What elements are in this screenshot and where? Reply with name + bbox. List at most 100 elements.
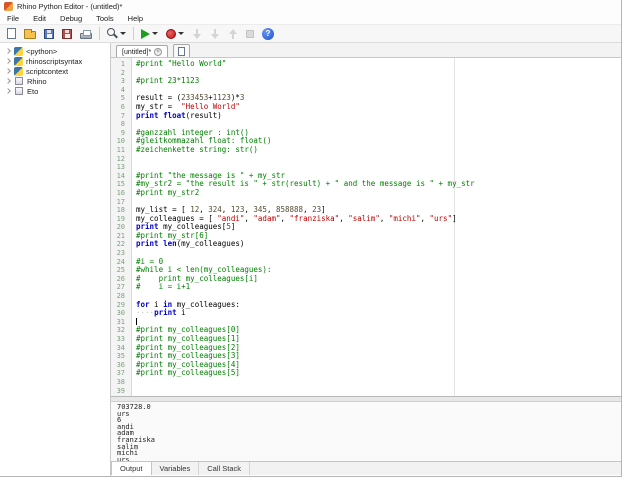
- menu-tools[interactable]: Tools: [89, 13, 121, 24]
- fold-margin: [128, 163, 136, 172]
- line-number: 20: [116, 223, 125, 232]
- new-tab-button[interactable]: [173, 44, 191, 57]
- module-tree: <python> rhinoscriptsyntax scriptcontext Rh…: [0, 43, 111, 476]
- menu-file[interactable]: File: [0, 13, 26, 24]
- fold-margin: [128, 249, 136, 258]
- save-button[interactable]: [41, 27, 57, 41]
- code-line: 11 #zeichenkette string: str(): [111, 144, 621, 155]
- chevron-right-icon[interactable]: [5, 48, 11, 54]
- new-file-icon: [178, 47, 186, 56]
- chevron-right-icon[interactable]: [5, 78, 11, 84]
- close-tab-icon[interactable]: [154, 48, 163, 56]
- fold-margin: [128, 258, 136, 267]
- code-line: 12: [111, 155, 621, 164]
- search-icon: [107, 28, 115, 36]
- line-number: 6: [120, 102, 125, 111]
- line-number: 27: [116, 283, 125, 292]
- sidebar-item-python[interactable]: <python>: [0, 46, 110, 56]
- help-button[interactable]: [259, 26, 277, 42]
- line-number: 23: [116, 249, 125, 258]
- line-number: 38: [116, 377, 125, 386]
- line-number: 17: [116, 197, 125, 206]
- menu-debug[interactable]: Debug: [53, 13, 89, 24]
- code-text: #zeichenkette string: str(): [136, 144, 258, 154]
- fold-margin: [128, 146, 136, 155]
- fold-margin: [128, 86, 136, 95]
- line-number: 29: [116, 300, 125, 309]
- code-line: 16 #print my_str2: [111, 188, 621, 198]
- fold-margin: [128, 301, 136, 310]
- chevron-right-icon[interactable]: [5, 88, 11, 94]
- sidebar-item-rhino[interactable]: Rhino: [0, 76, 110, 86]
- namespace-icon: [15, 87, 23, 95]
- fold-margin: [128, 292, 136, 301]
- dropdown-arrow-icon[interactable]: [120, 32, 126, 35]
- fold-margin: [128, 129, 136, 138]
- fold-margin: [128, 77, 136, 86]
- line-number: 7: [120, 111, 125, 120]
- line-number: 24: [116, 257, 125, 266]
- fold-margin: [128, 361, 136, 370]
- dropdown-arrow-icon[interactable]: [178, 32, 184, 35]
- chevron-right-icon[interactable]: [5, 58, 11, 64]
- line-number: 33: [116, 335, 125, 343]
- line-number: 9: [120, 128, 125, 137]
- fold-margin: [128, 387, 136, 396]
- sidebar-item-rhinoscriptsyntax[interactable]: rhinoscriptsyntax: [0, 56, 110, 66]
- code-line: 30 ····print i: [111, 308, 621, 318]
- panel-tab-call-stack[interactable]: Call Stack: [199, 462, 250, 475]
- debug-button[interactable]: [163, 27, 187, 41]
- line-number: 25: [116, 266, 125, 275]
- panel-tab-output[interactable]: Output: [111, 462, 152, 475]
- line-number: 10: [116, 137, 125, 146]
- line-number: 32: [116, 326, 125, 335]
- menu-help[interactable]: Help: [121, 13, 150, 24]
- fold-margin: [128, 283, 136, 292]
- code-line: 3 #print 23*1123: [111, 76, 621, 86]
- sidebar-item-scriptcontext[interactable]: scriptcontext: [0, 66, 110, 76]
- fold-margin: [128, 335, 136, 344]
- step-into-button: [189, 26, 205, 42]
- save-icon: [44, 28, 54, 39]
- new-file-button[interactable]: [4, 26, 19, 41]
- code-editor[interactable]: 1 #print "Hello World" 2 3 #print 23*1123 4 5 r…: [111, 58, 621, 396]
- stop-icon: [246, 29, 254, 38]
- save-all-icon: [62, 28, 72, 39]
- line-number: 2: [120, 68, 125, 77]
- run-button[interactable]: [138, 27, 161, 41]
- debug-icon: [166, 28, 176, 39]
- sidebar-item-eto[interactable]: Eto: [0, 86, 110, 96]
- save-all-button[interactable]: [59, 27, 75, 41]
- main-area: <python> rhinoscriptsyntax scriptcontext Rh…: [0, 43, 621, 476]
- code-line: 1 #print "Hello World": [111, 59, 621, 69]
- app-icon: [4, 2, 13, 11]
- open-folder-button[interactable]: [21, 26, 39, 41]
- panel-tab-variables[interactable]: Variables: [152, 462, 200, 475]
- run-icon: [141, 28, 150, 39]
- menu-edit[interactable]: Edit: [26, 13, 53, 24]
- line-number: 16: [116, 188, 125, 197]
- dropdown-arrow-icon[interactable]: [152, 32, 158, 35]
- chevron-right-icon[interactable]: [5, 68, 11, 74]
- line-number: 8: [120, 120, 125, 129]
- line-number: 14: [116, 171, 125, 180]
- fold-margin: [128, 137, 136, 146]
- search-button[interactable]: [104, 26, 129, 41]
- line-number: 3: [120, 77, 125, 86]
- code-line: 29 for i in my_colleagues:: [111, 300, 621, 310]
- line-number: 4: [120, 85, 125, 94]
- fold-margin: [128, 344, 136, 353]
- tab-untitled[interactable]: [untitled]*: [116, 45, 169, 57]
- fold-margin: [128, 326, 136, 335]
- code-text: #print my_colleagues[5]: [136, 368, 240, 378]
- line-number: 12: [116, 154, 125, 163]
- fold-margin: [128, 266, 136, 275]
- print-button[interactable]: [77, 26, 95, 41]
- fold-margin: [128, 232, 136, 241]
- code-text: ····print i: [136, 308, 186, 318]
- fold-margin: [128, 120, 136, 129]
- line-number: 21: [116, 231, 125, 240]
- output-panel[interactable]: 703728.0 urs 6 andi adam franziska salim michi u…: [111, 402, 621, 461]
- line-number: 5: [120, 94, 125, 103]
- editor-tab-bar: [untitled]*: [111, 43, 621, 58]
